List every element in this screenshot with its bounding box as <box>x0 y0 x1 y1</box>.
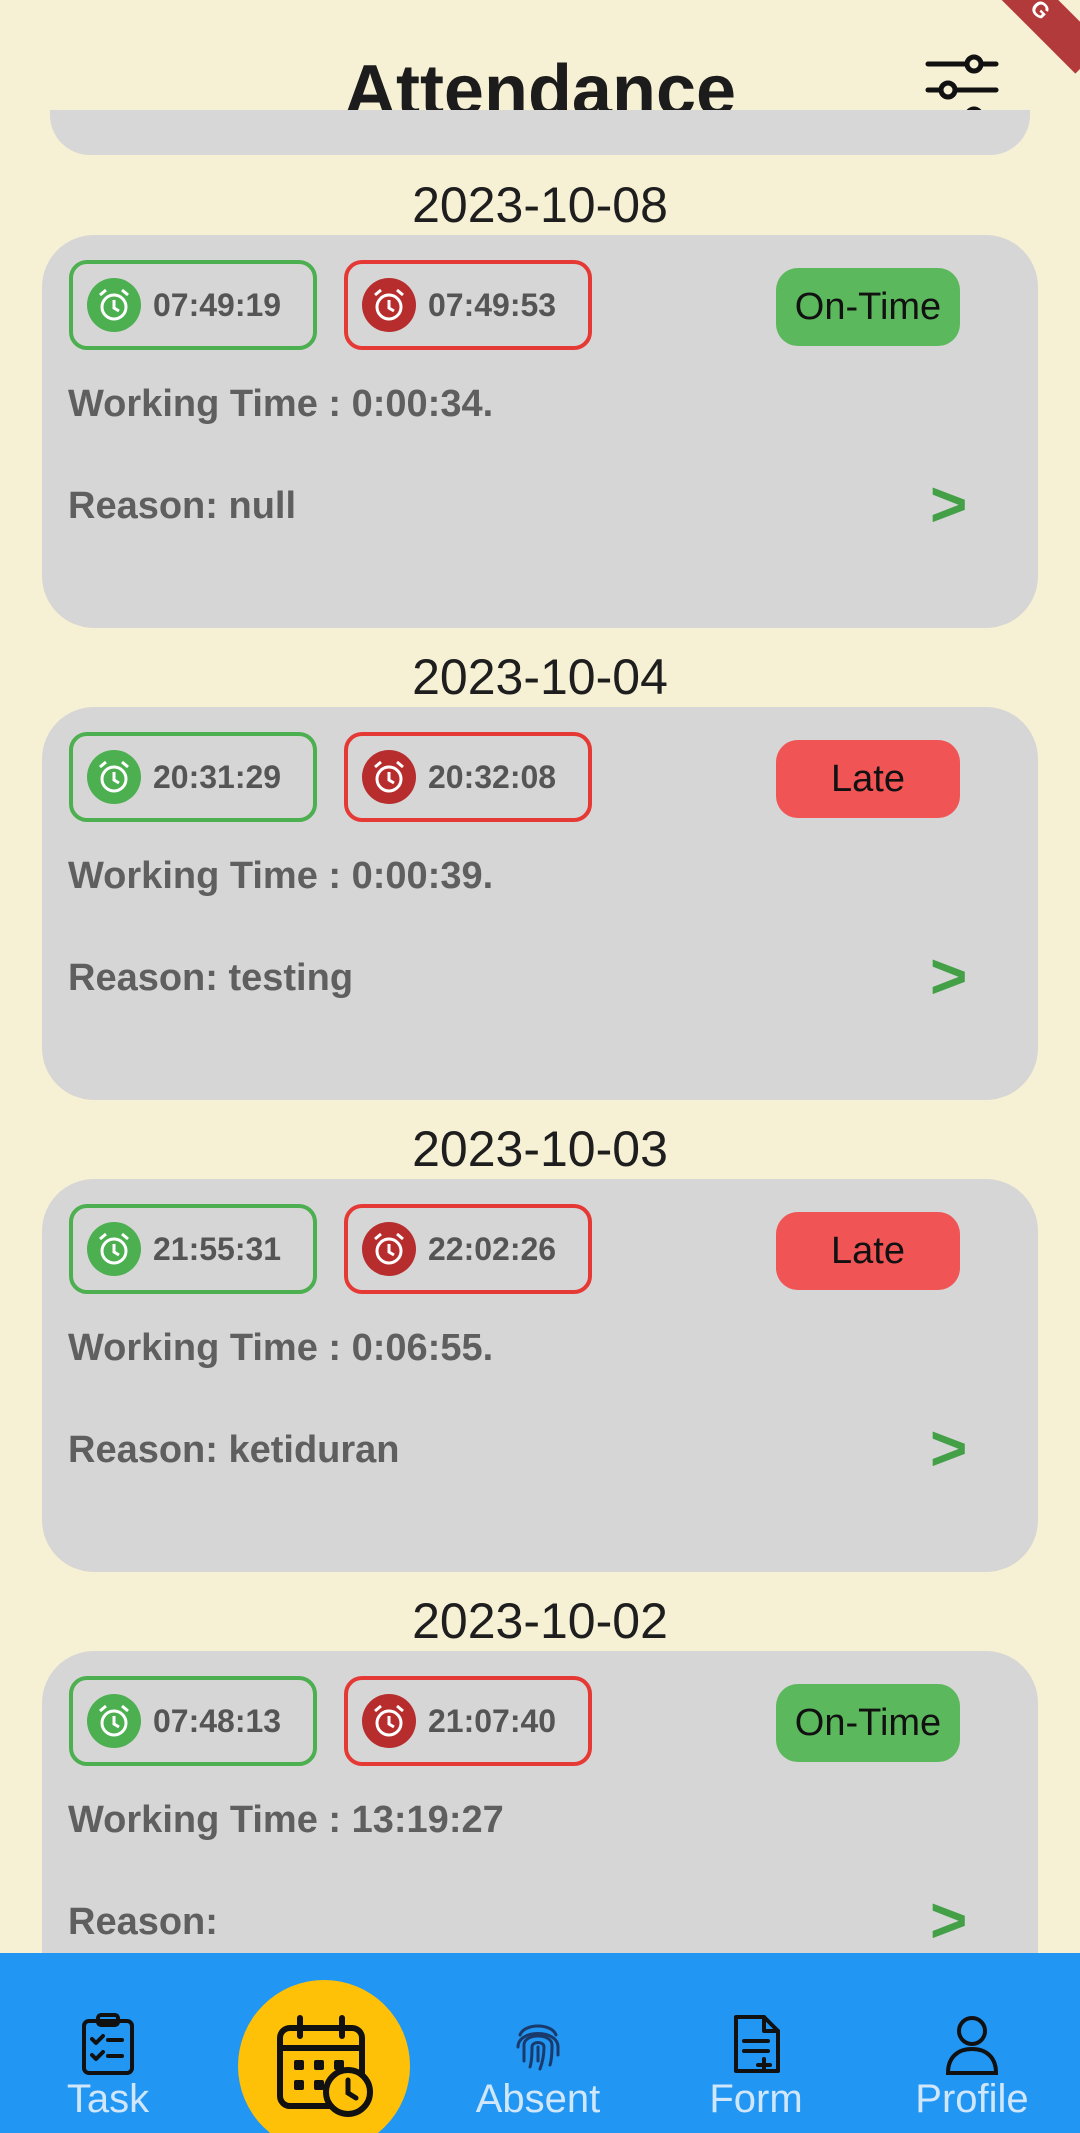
working-time: Working Time : 0:06:55. <box>68 1327 494 1369</box>
fingerprint-icon <box>516 2024 560 2071</box>
alarm-clock-icon <box>87 1222 141 1276</box>
detail-arrow-icon[interactable]: > <box>930 1883 967 1953</box>
attendance-card[interactable]: 07:48:13 21:07:40 On-Time Working Time :… <box>42 1651 1038 1953</box>
alarm-clock-icon <box>362 278 416 332</box>
clock-in-pill: 07:49:19 <box>69 260 317 350</box>
nav-label-absent: Absent <box>475 2077 601 2121</box>
entry-date: 2023-10-08 <box>412 177 668 233</box>
nav-item-profile[interactable]: Profile <box>882 2013 1062 2131</box>
nav-item-absent[interactable]: Absent <box>448 2013 628 2131</box>
clock-out-time: 20:32:08 <box>428 758 557 795</box>
working-time: Working Time : 0:00:34. <box>68 383 494 425</box>
clock-in-pill: 20:31:29 <box>69 732 317 822</box>
clock-out-time: 21:07:40 <box>428 1702 557 1739</box>
clock-in-pill: 21:55:31 <box>69 1204 317 1294</box>
clock-out-pill: 22:02:26 <box>344 1204 592 1294</box>
nav-label-profile: Profile <box>915 2077 1029 2121</box>
attendance-card[interactable]: 07:49:19 07:49:53 On-Time Working Time :… <box>42 235 1038 628</box>
nav-label-task: Task <box>66 2077 150 2121</box>
entry-date: 2023-10-02 <box>412 1593 668 1649</box>
alarm-clock-icon <box>362 1222 416 1276</box>
status-badge: On-Time <box>776 268 960 346</box>
clock-in-time: 07:49:19 <box>153 286 282 323</box>
reason-text: Reason: <box>68 1901 218 1943</box>
clock-in-time: 20:31:29 <box>153 758 282 795</box>
clock-in-time: 21:55:31 <box>153 1230 282 1267</box>
working-time: Working Time : 13:19:27 <box>68 1799 504 1841</box>
nav-item-form[interactable]: Form <box>666 2013 846 2131</box>
bottom-navigation-bar: Task Absent Form Profile <box>0 1953 1080 2133</box>
alarm-clock-icon <box>87 1694 141 1748</box>
user-icon <box>945 2016 999 2075</box>
detail-arrow-icon[interactable]: > <box>930 467 967 541</box>
alarm-clock-icon <box>87 278 141 332</box>
clipboard-check-icon <box>82 2013 134 2075</box>
clock-in-time: 07:48:13 <box>153 1702 282 1739</box>
alarm-clock-icon <box>87 750 141 804</box>
clock-in-pill: 07:48:13 <box>69 1676 317 1766</box>
alarm-clock-icon <box>362 750 416 804</box>
entry-date: 2023-10-03 <box>412 1121 668 1177</box>
entry-date: 2023-10-04 <box>412 649 668 705</box>
previous-card-edge <box>50 110 1030 155</box>
document-add-icon <box>734 2015 780 2073</box>
alarm-clock-icon <box>362 1694 416 1748</box>
working-time: Working Time : 0:00:39. <box>68 855 494 897</box>
reason-text: Reason: ketiduran <box>68 1429 400 1471</box>
clock-out-pill: 21:07:40 <box>344 1676 592 1766</box>
clock-out-time: 07:49:53 <box>428 286 557 323</box>
clock-out-pill: 07:49:53 <box>344 260 592 350</box>
nav-item-task[interactable]: Task <box>18 2013 198 2131</box>
reason-text: Reason: testing <box>68 957 354 999</box>
clock-out-pill: 20:32:08 <box>344 732 592 822</box>
attendance-card[interactable]: 21:55:31 22:02:26 Late Working Time : 0:… <box>42 1179 1038 1572</box>
status-badge: On-Time <box>776 1684 960 1762</box>
nav-label-form: Form <box>709 2077 803 2121</box>
attendance-card[interactable]: 20:31:29 20:32:08 Late Working Time : 0:… <box>42 707 1038 1100</box>
detail-arrow-icon[interactable]: > <box>930 1411 967 1485</box>
status-badge: Late <box>776 740 960 818</box>
clock-out-time: 22:02:26 <box>428 1230 557 1267</box>
calendar-clock-icon <box>277 2015 373 2117</box>
status-badge: Late <box>776 1212 960 1290</box>
detail-arrow-icon[interactable]: > <box>930 939 967 1013</box>
attendance-list[interactable]: 2023-10-08 07:49:19 07:49:53 On-Time Wor… <box>0 160 1080 1953</box>
reason-text: Reason: null <box>68 485 297 527</box>
